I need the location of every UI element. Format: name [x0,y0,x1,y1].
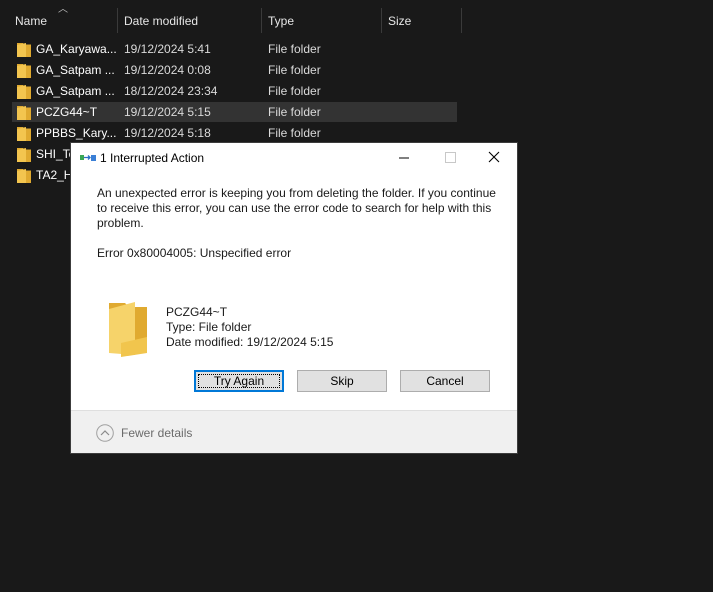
sort-up-icon: ︿ [58,4,68,15]
file-transfer-icon [80,155,96,161]
file-date-modified: 18/12/2024 23:34 [124,84,218,98]
error-message: An unexpected error is keeping you from … [97,186,496,230]
file-date-modified: 19/12/2024 5:15 [124,105,211,119]
file-type: File folder [268,105,321,119]
folder-icon [17,106,31,120]
minimize-icon [399,157,409,159]
folder-icon [17,85,31,99]
column-header-type[interactable]: Type [268,8,294,34]
cancel-button[interactable]: Cancel [400,370,490,392]
column-divider[interactable] [261,8,262,33]
folder-icon [17,148,31,162]
interrupted-action-dialog: 1 Interrupted Action An unexpected error… [71,143,517,453]
try-again-label: Try Again [213,374,265,388]
file-row[interactable]: GA_Karyawa... 19/12/2024 5:41 File folder [12,39,457,59]
close-button[interactable] [471,143,517,173]
column-header-name[interactable]: Name [15,8,47,34]
item-date-modified: Date modified: 19/12/2024 5:15 [166,335,334,349]
skip-label: Skip [330,374,354,388]
cancel-label: Cancel [426,374,464,388]
skip-button[interactable]: Skip [297,370,387,392]
file-type: File folder [268,42,321,56]
file-name: PCZG44~T [36,105,98,119]
dialog-title-bar[interactable]: 1 Interrupted Action [71,143,517,173]
file-name: GA_Karyawa... [36,42,116,56]
file-row[interactable]: GA_Satpam ... 18/12/2024 23:34 File folder [12,81,457,101]
try-again-button[interactable]: Try Again [194,370,284,392]
column-divider[interactable] [117,8,118,33]
file-type: File folder [268,126,321,140]
file-name: GA_Satpam ... [36,63,115,77]
folder-icon [109,302,147,357]
column-divider[interactable] [381,8,382,33]
dialog-footer: Fewer details [71,410,517,453]
file-row[interactable]: GA_Satpam ... 19/12/2024 0:08 File folder [12,60,457,80]
file-name: GA_Satpam ... [36,84,115,98]
error-code: Error 0x80004005: Unspecified error [97,246,292,260]
folder-icon [17,169,31,183]
file-date-modified: 19/12/2024 0:08 [124,63,211,77]
file-name: PPBBS_Kary... [36,126,116,140]
column-header-bar: ︿ Name Date modified Type Size [0,0,713,38]
folder-icon [17,43,31,57]
fewer-details-link[interactable]: Fewer details [121,426,192,440]
column-divider[interactable] [461,8,462,33]
folder-icon [17,64,31,78]
dialog-title: 1 Interrupted Action [100,151,205,165]
maximize-button[interactable] [427,143,473,173]
file-date-modified: 19/12/2024 5:41 [124,42,211,56]
file-date-modified: 19/12/2024 5:18 [124,126,211,140]
column-header-date-modified[interactable]: Date modified [124,8,198,34]
maximize-icon [445,152,456,163]
close-icon [488,151,500,163]
item-type: Type: File folder [166,320,252,334]
item-name: PCZG44~T [166,305,228,319]
column-header-size[interactable]: Size [388,8,411,34]
folder-icon [17,127,31,141]
file-type: File folder [268,63,321,77]
file-row[interactable]: PPBBS_Kary... 19/12/2024 5:18 File folder [12,123,457,143]
minimize-button[interactable] [381,143,427,173]
file-row[interactable]: PCZG44~T 19/12/2024 5:15 File folder [12,102,457,122]
chevron-up-icon[interactable] [96,424,114,442]
file-type: File folder [268,84,321,98]
